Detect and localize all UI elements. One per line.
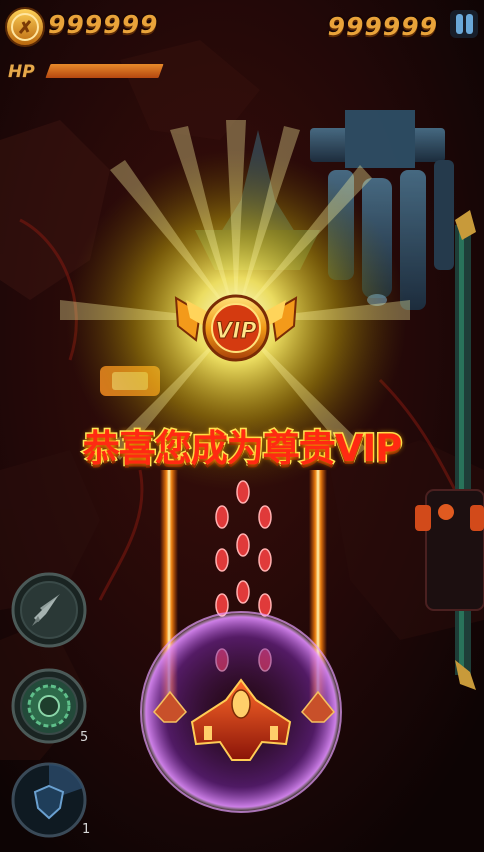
hp-bar — [45, 64, 164, 78]
shield-count: 1 — [82, 822, 91, 837]
missile-skill-button[interactable] — [11, 572, 87, 648]
coin-icon — [5, 7, 45, 47]
hp-label: HP — [8, 62, 35, 82]
vip-badge-label: VIP — [215, 319, 256, 344]
coin-count: 999999 — [48, 10, 159, 39]
bomb-count: 5 — [80, 730, 89, 745]
hp-bar-track — [45, 64, 198, 78]
score-display: 999999 — [327, 12, 438, 41]
bomb-icon — [27, 684, 71, 728]
shield-skill-button[interactable] — [11, 762, 87, 838]
bomb-skill-button[interactable] — [11, 668, 87, 744]
vip-congrats-message: 恭喜您成为尊贵VIP — [81, 426, 404, 472]
pause-button[interactable] — [450, 10, 478, 38]
